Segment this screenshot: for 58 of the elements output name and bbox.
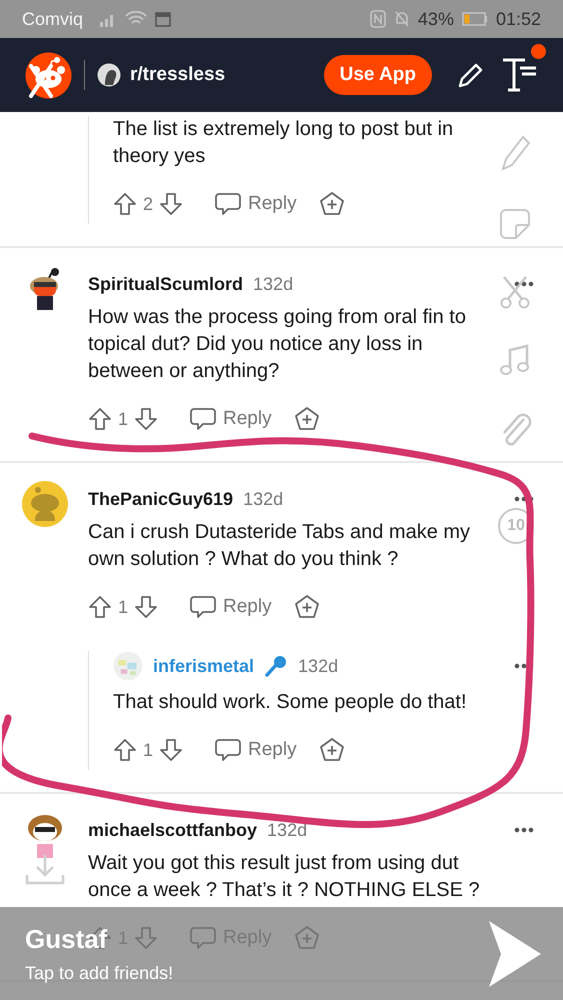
calendar-icon [155, 11, 172, 27]
award-icon[interactable] [294, 406, 320, 432]
comment-age: 132d [298, 656, 338, 676]
nfc-icon [370, 10, 386, 28]
microphone-icon [264, 654, 288, 678]
award-icon[interactable] [294, 594, 320, 620]
more-options-icon[interactable] [513, 495, 535, 503]
logo-icon[interactable] [25, 52, 72, 98]
username[interactable]: SpiritualScumlord [88, 274, 244, 294]
vote-score: 1 [118, 596, 128, 618]
username[interactable]: inferismetal [153, 656, 254, 676]
vote-score: 2 [143, 194, 154, 214]
more-options-icon[interactable] [513, 826, 535, 834]
comment-age: 132d [243, 488, 284, 510]
username[interactable]: ThePanicGuy619 [88, 488, 234, 510]
user-avatar [113, 651, 143, 681]
comment-age: 132d [267, 820, 308, 840]
scissors-icon[interactable] [498, 275, 532, 309]
award-icon[interactable] [318, 737, 345, 763]
comment-text: The list is extremely long to post but in theory yes [113, 117, 454, 169]
downvote-icon[interactable] [159, 192, 184, 216]
comment-icon [215, 738, 242, 762]
use-app-button[interactable]: Use App [324, 55, 432, 95]
reply-button[interactable]: Reply [190, 595, 272, 619]
comment-text: Can i crush Dutasteride Tabs and make my own solution ? What do you think ? [88, 520, 472, 572]
user-avatar [22, 481, 68, 527]
subreddit-avatar [97, 63, 121, 87]
upvote-icon[interactable] [113, 738, 137, 762]
comment-icon [215, 192, 242, 216]
battery-percent: 43% [418, 8, 454, 30]
reply-button[interactable]: Reply [215, 738, 297, 762]
muted-bell-icon [394, 10, 410, 28]
reply-button[interactable]: Reply [190, 407, 272, 431]
more-options-icon[interactable] [513, 280, 535, 288]
clock-time: 01:52 [496, 8, 541, 30]
subreddit-name[interactable]: r/tressless [130, 64, 226, 86]
sender-name: Gustaf [25, 924, 108, 954]
vote-score: 1 [143, 740, 154, 760]
award-icon[interactable] [318, 191, 345, 217]
downvote-icon[interactable] [134, 407, 158, 431]
upvote-icon[interactable] [88, 595, 112, 619]
reply-button[interactable]: Reply [215, 192, 297, 216]
comment-icon [190, 407, 216, 431]
carrier-name: Comviq [22, 8, 84, 30]
username[interactable]: michaelscottfanboy [88, 820, 258, 840]
upvote-icon[interactable] [113, 192, 137, 216]
comment-age: 132d [253, 274, 294, 294]
upvote-icon[interactable] [88, 407, 112, 431]
battery-icon [462, 12, 488, 26]
comment-icon [190, 595, 216, 619]
vote-score: 1 [118, 408, 128, 430]
comment-text: How was the process going from oral fin to topical dut? Did you notice any loss in between or anything? [88, 305, 467, 384]
downvote-icon[interactable] [159, 738, 184, 762]
comment-text: Wait you got this result just from using dut once a week ? That’s it ? NOTHING ELSE ? [88, 851, 481, 903]
add-friends-hint[interactable]: Tap to add friends! [25, 962, 174, 984]
send-icon[interactable] [487, 918, 543, 988]
comment-text: That should work. Some people do that! [113, 690, 468, 715]
downvote-icon[interactable] [134, 595, 158, 619]
